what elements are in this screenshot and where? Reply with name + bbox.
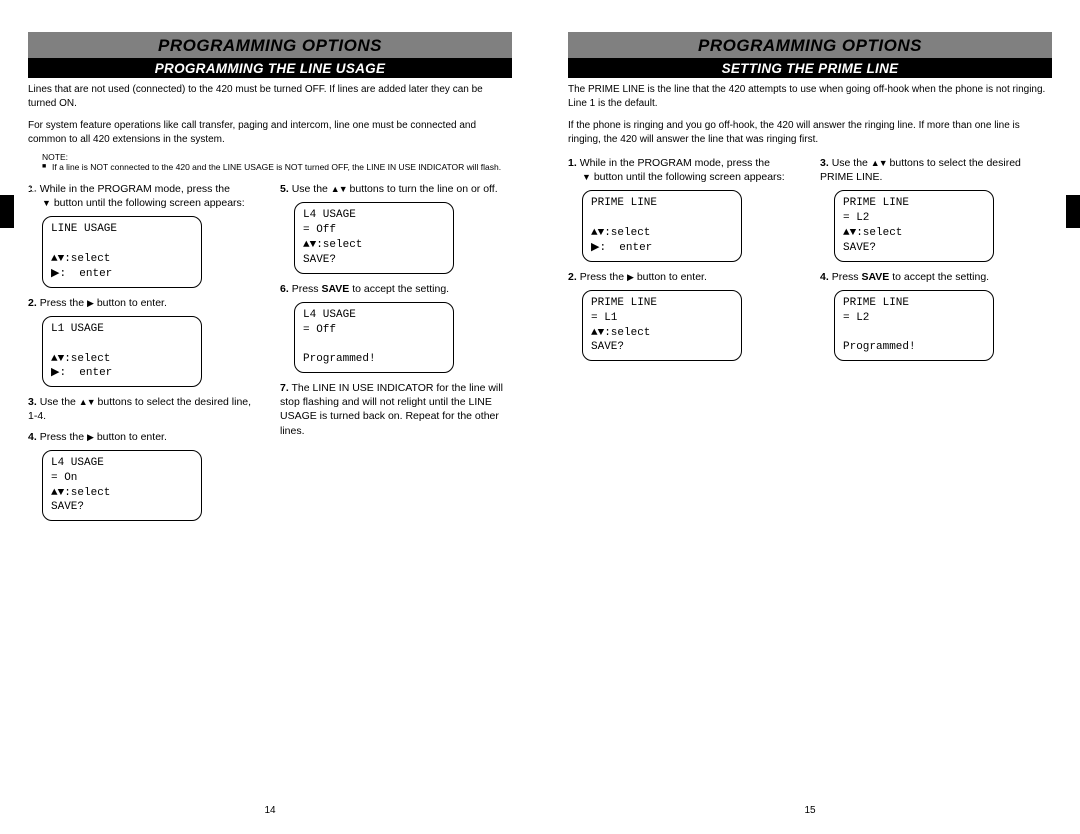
down-icon: [582, 171, 591, 183]
section-title: PROGRAMMING THE LINE USAGE: [28, 61, 512, 76]
lcd-screen: PRIME LINE = L2 ▲▼:select SAVE?: [834, 190, 994, 261]
lcd-screen: PRIME LINE = L1 ▲▼:select SAVE?: [582, 290, 742, 361]
intro-text: Lines that are not used (connected) to t…: [28, 78, 512, 114]
step-number: 6.: [280, 283, 289, 295]
lcd-screen: PRIME LINE = L2 Programmed!: [834, 290, 994, 361]
step-4: 4. Press SAVE to accept the setting.: [820, 270, 1052, 284]
right-icon: [87, 297, 94, 309]
step-2: 2. Press the button to enter.: [28, 296, 260, 310]
step-number: 4.: [28, 431, 37, 443]
step-1: 1. While in the PROGRAM mode, press the …: [568, 156, 800, 184]
intro-text: For system feature operations like call …: [28, 114, 512, 150]
left-page: PROGRAMMING PROGRAMMING OPTIONS PROGRAMM…: [0, 0, 540, 834]
step-5: 5. Use the buttons to turn the line on o…: [280, 182, 512, 196]
step-text: Use the: [292, 183, 328, 195]
step-3: 3. Use the buttons to select the desired…: [820, 156, 1052, 184]
save-label: SAVE: [321, 283, 349, 295]
note-text: If a line is NOT connected to the 420 an…: [28, 162, 512, 176]
side-tab-label: PROGRAMMING: [30, 177, 39, 245]
lcd-screen: LINE USAGE ▲▼:select ▶: enter: [42, 216, 202, 287]
step-number: 7.: [280, 382, 289, 394]
note-label: NOTE:: [28, 150, 512, 162]
step-text: button until the following screen appear…: [568, 170, 800, 184]
step-2: 2. Press the button to enter.: [568, 270, 800, 284]
step-text: Press: [292, 283, 319, 295]
page-number: 15: [804, 805, 815, 816]
step-number: 2.: [28, 297, 37, 309]
header-title: PROGRAMMING OPTIONS: [568, 36, 1052, 56]
header-bar: PROGRAMMING OPTIONS: [568, 32, 1052, 58]
step-text: button to enter.: [637, 271, 707, 283]
step-number: 5.: [280, 183, 289, 195]
lcd-screen: L4 USAGE = Off Programmed!: [294, 302, 454, 373]
step-text: While in the PROGRAM mode, press the: [580, 157, 770, 169]
step-7: 7. The LINE IN USE INDICATOR for the lin…: [280, 381, 512, 438]
step-text: buttons to turn the line on or off.: [350, 183, 498, 195]
step-text: Use the: [40, 396, 76, 408]
right-page: PROGRAMMING PROGRAMMING OPTIONS SETTING …: [540, 0, 1080, 834]
step-text: Press the: [580, 271, 624, 283]
step-number: 4.: [820, 271, 829, 283]
side-tab-right: PROGRAMMING: [1066, 195, 1080, 228]
step-text: button to enter.: [97, 297, 167, 309]
step-text: button until the following screen appear…: [28, 196, 260, 210]
left-column: 1. While in the PROGRAM mode, press the …: [28, 182, 260, 529]
intro-text: The PRIME LINE is the line that the 420 …: [568, 78, 1052, 114]
step-text: to accept the setting.: [892, 271, 989, 283]
columns: 1. While in the PROGRAM mode, press the …: [568, 156, 1052, 369]
step-text: Use the: [832, 157, 868, 169]
step-text: to accept the setting.: [352, 283, 449, 295]
step-text: Press: [832, 271, 859, 283]
right-icon: [87, 431, 94, 443]
columns: 1. While in the PROGRAM mode, press the …: [28, 182, 512, 529]
header-title: PROGRAMMING OPTIONS: [28, 36, 512, 56]
right-icon: [627, 271, 634, 283]
page-number: 14: [264, 805, 275, 816]
intro-text: If the phone is ringing and you go off-h…: [568, 114, 1052, 150]
down-icon: [42, 197, 51, 209]
step-6: 6. Press SAVE to accept the setting.: [280, 282, 512, 296]
step-number: 3.: [28, 396, 37, 408]
section-bar: SETTING THE PRIME LINE: [568, 58, 1052, 78]
lcd-screen: L4 USAGE = On ▲▼:select SAVE?: [42, 450, 202, 521]
updown-icon: [79, 396, 95, 408]
updown-icon: [871, 157, 887, 169]
step-text: Press the: [40, 297, 84, 309]
step-text: button to enter.: [97, 431, 167, 443]
updown-icon: [331, 183, 347, 195]
step-text: While in the PROGRAM mode, press the: [40, 183, 230, 195]
step-number: 2.: [568, 271, 577, 283]
header-bar: PROGRAMMING OPTIONS: [28, 32, 512, 58]
step-4: 4. Press the button to enter.: [28, 430, 260, 444]
right-column: 3. Use the buttons to select the desired…: [820, 156, 1052, 369]
side-tab-left: PROGRAMMING: [0, 195, 14, 228]
lcd-screen: L4 USAGE = Off ▲▼:select SAVE?: [294, 202, 454, 273]
lcd-screen: PRIME LINE ▲▼:select ▶: enter: [582, 190, 742, 261]
save-label: SAVE: [861, 271, 889, 283]
left-column: 1. While in the PROGRAM mode, press the …: [568, 156, 800, 369]
section-bar: PROGRAMMING THE LINE USAGE: [28, 58, 512, 78]
lcd-screen: L1 USAGE ▲▼:select ▶: enter: [42, 316, 202, 387]
step-number: 1.: [568, 157, 577, 169]
step-3: 3. Use the buttons to select the desired…: [28, 395, 260, 423]
step-text: The LINE IN USE INDICATOR for the line w…: [280, 382, 503, 437]
right-column: 5. Use the buttons to turn the line on o…: [280, 182, 512, 529]
section-title: SETTING THE PRIME LINE: [568, 61, 1052, 76]
step-text: Press the: [40, 431, 84, 443]
step-number: 3.: [820, 157, 829, 169]
step-1: 1. While in the PROGRAM mode, press the …: [28, 182, 260, 210]
